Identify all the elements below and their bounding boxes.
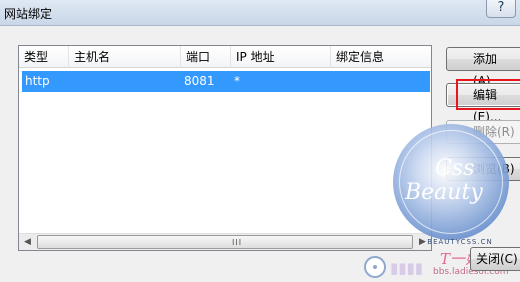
- watermark-url: BEAUTYCSS.CN: [427, 238, 493, 246]
- scroll-grip: III: [232, 238, 243, 247]
- watermark-blocks: ▮▮▮▮: [390, 259, 424, 277]
- scroll-left-icon[interactable]: ◀: [19, 234, 36, 250]
- bindings-list[interactable]: 类型 主机名 端口 IP 地址 绑定信息 http 8081 * ◀ III ▶: [18, 45, 432, 251]
- column-header-ip[interactable]: IP 地址: [231, 46, 331, 68]
- disk-icon: [364, 256, 386, 278]
- cell-host: [69, 71, 72, 92]
- watermark-line2: Beauty: [405, 180, 483, 205]
- watermark-text: Css Beauty: [405, 158, 505, 218]
- scrollbar-thumb[interactable]: III: [37, 235, 413, 249]
- annotation-highlight-box: [456, 79, 520, 110]
- window-title: 网站绑定: [4, 7, 53, 21]
- column-header-host[interactable]: 主机名: [69, 46, 181, 68]
- list-header: 类型 主机名 端口 IP 地址 绑定信息: [19, 46, 431, 68]
- title-bar: 网站绑定 ?: [0, 0, 520, 26]
- watermark-line1: Css: [435, 156, 475, 181]
- add-button[interactable]: 添加(A)...: [446, 47, 520, 88]
- cell-ip: *: [234, 74, 240, 88]
- help-button[interactable]: ?: [486, 0, 516, 18]
- column-header-port[interactable]: 端口: [181, 46, 231, 68]
- table-row[interactable]: http 8081 *: [22, 71, 430, 92]
- cell-binding: [331, 71, 334, 92]
- close-button[interactable]: 关闭(C): [470, 247, 520, 271]
- column-header-binding[interactable]: 绑定信息: [331, 46, 433, 68]
- column-header-type[interactable]: 类型: [19, 46, 69, 68]
- horizontal-scrollbar[interactable]: ◀ III ▶: [19, 233, 431, 250]
- cell-port: 8081: [184, 74, 215, 88]
- cell-type: http: [25, 74, 50, 88]
